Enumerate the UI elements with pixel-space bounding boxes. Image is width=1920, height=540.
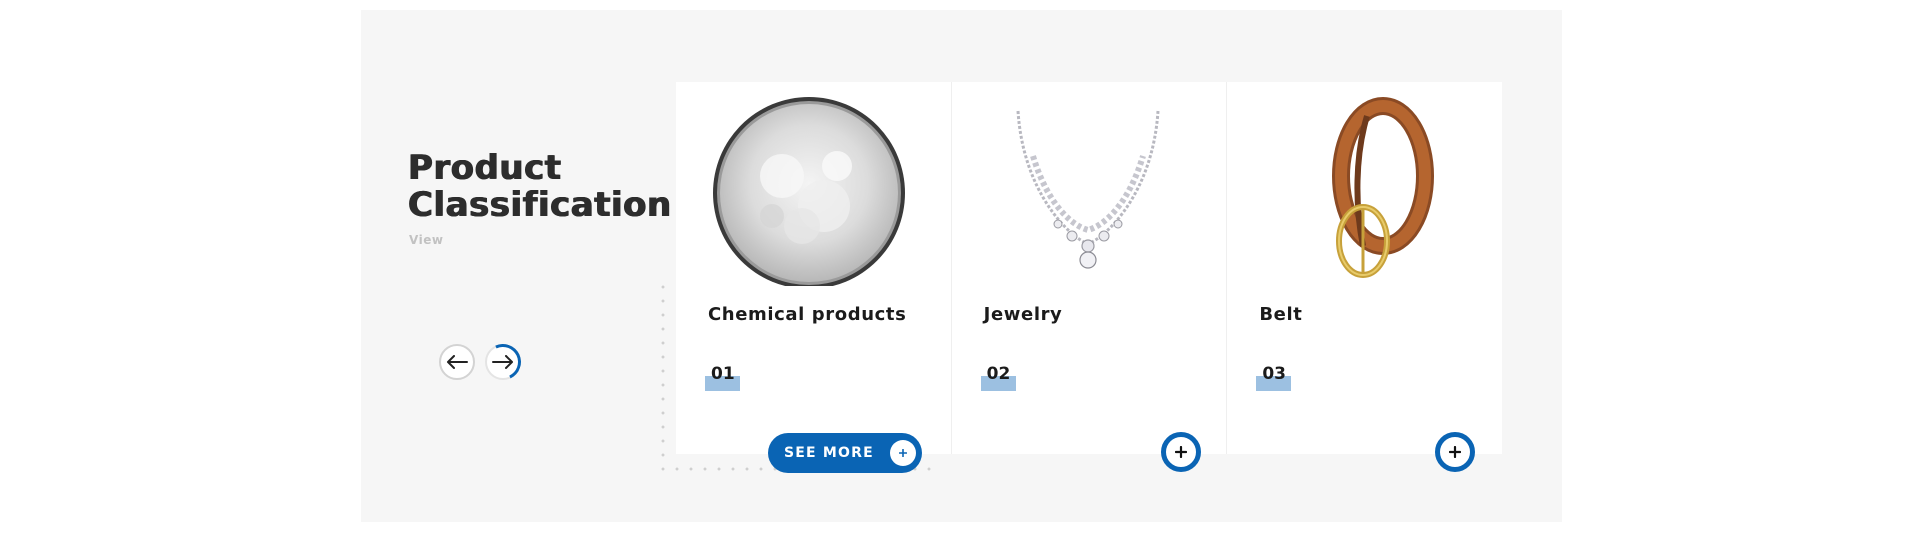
arrow-left-icon	[447, 355, 468, 369]
card-title[interactable]: Belt	[1259, 304, 1302, 325]
card-number: 01	[711, 364, 735, 384]
product-carousel: Chemical products 01 Jewelry 02 Belt 03	[676, 82, 1502, 472]
card-title[interactable]: Jewelry	[984, 304, 1063, 325]
product-card[interactable]: Chemical products 01	[676, 82, 952, 454]
section-title: Product Classification	[408, 150, 672, 224]
see-more-button[interactable]: SEE MORE	[768, 433, 922, 473]
card-number: 03	[1262, 364, 1287, 384]
next-button[interactable]	[479, 338, 527, 386]
view-link[interactable]: View	[409, 233, 443, 247]
see-more-label: SEE MORE	[784, 445, 874, 461]
chemical-powder-image	[713, 97, 905, 286]
belt-image	[1332, 97, 1435, 278]
section-title-line1: Product	[408, 148, 562, 188]
product-card[interactable]: Belt 03	[1227, 82, 1502, 472]
add-button[interactable]	[1160, 432, 1201, 472]
necklace-image	[1016, 110, 1160, 269]
plus-icon	[1174, 446, 1187, 458]
prev-button[interactable]	[439, 344, 475, 380]
card-number: 02	[986, 364, 1011, 384]
card-title[interactable]: Chemical products	[708, 304, 906, 325]
section-title-line2: Classification	[408, 185, 672, 225]
plus-icon	[1449, 446, 1462, 458]
product-card[interactable]: Jewelry 02	[952, 82, 1228, 472]
plus-icon	[890, 440, 916, 466]
